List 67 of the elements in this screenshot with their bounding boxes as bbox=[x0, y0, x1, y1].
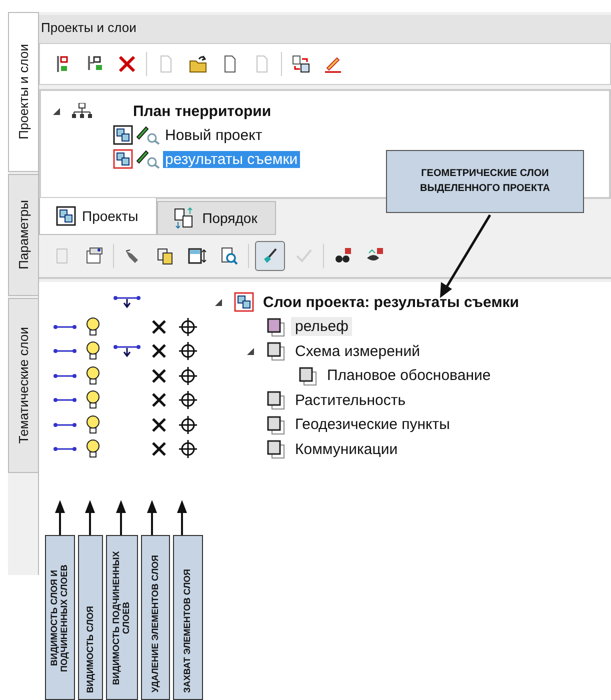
open-folder-icon bbox=[188, 54, 208, 74]
delete-icon[interactable] bbox=[151, 392, 167, 408]
hierarchy-icon bbox=[71, 103, 93, 119]
layer-item[interactable]: Слои проекта: результаты съемки bbox=[259, 292, 524, 312]
layer-visibility-icon[interactable] bbox=[53, 396, 77, 404]
expand-triangle-icon[interactable] bbox=[245, 346, 255, 356]
frame-icon bbox=[187, 246, 207, 266]
delete-icon[interactable] bbox=[151, 343, 167, 360]
delete-icon[interactable] bbox=[151, 368, 167, 384]
column-note: ВИДИМОСТЬ СЛОЯ bbox=[78, 535, 103, 700]
project-icon bbox=[234, 292, 254, 312]
pencil-magnifier-icon[interactable] bbox=[135, 149, 161, 169]
pointer-arrow bbox=[116, 500, 126, 535]
callout-box: ГЕОМЕТРИЧЕСКИЕ СЛОИ ВЫДЕЛЕННОГО ПРОЕКТА bbox=[386, 150, 584, 213]
bulb-icon[interactable] bbox=[86, 439, 100, 460]
side-tab[interactable]: Проекты и слои bbox=[8, 12, 38, 172]
layer-visibility-icon[interactable] bbox=[53, 322, 77, 331]
layer-item[interactable]: Схема измерений bbox=[291, 342, 424, 361]
delete-icon[interactable] bbox=[151, 441, 167, 458]
crosshair-icon[interactable] bbox=[179, 440, 197, 458]
layer-visibility-icon[interactable] bbox=[53, 372, 77, 380]
project-item[interactable]: Новый проект bbox=[163, 126, 264, 144]
crosshair-icon[interactable] bbox=[179, 366, 197, 385]
bulb-icon[interactable] bbox=[86, 316, 100, 337]
properties-icon bbox=[84, 246, 104, 266]
panel-tab[interactable]: Проекты bbox=[39, 198, 158, 235]
transfer-icon bbox=[291, 54, 311, 74]
projects-icon bbox=[56, 206, 76, 226]
layer-item[interactable]: Растительность bbox=[291, 390, 410, 410]
layer-visibility-icon[interactable] bbox=[53, 445, 77, 454]
delete-icon[interactable] bbox=[151, 318, 167, 335]
layer-item[interactable]: Геодезические пункты bbox=[291, 415, 454, 434]
sublayer-visibility-icon[interactable] bbox=[113, 344, 141, 358]
layer-item[interactable]: Плановое обоснование bbox=[323, 366, 495, 386]
layer-visibility-icon[interactable] bbox=[53, 347, 77, 356]
pointer-arrow bbox=[147, 500, 157, 535]
zoom-document-icon bbox=[219, 246, 239, 266]
column-note: ВИДИМОСТЬ ПОДЧИНЕННЫХ СЛОЕВ bbox=[106, 535, 138, 700]
column-note: УДАЛЕНИЕ ЭЛЕМЕНТОВ СЛОЯ bbox=[141, 535, 170, 700]
column-note: ЗАХВАТ ЭЛЕМЕНТОВ СЛОЯ bbox=[173, 535, 203, 700]
layer-item[interactable]: Коммуникации bbox=[291, 440, 402, 459]
pointer-arrow bbox=[177, 500, 187, 535]
pencil-magnifier-icon[interactable] bbox=[135, 125, 161, 145]
pointer-arrow bbox=[55, 500, 65, 535]
layer-visibility-icon[interactable] bbox=[53, 420, 77, 429]
side-tab[interactable]: Параметры bbox=[8, 174, 38, 296]
bulb-icon[interactable] bbox=[86, 366, 100, 386]
tree-root-label[interactable]: План тнерритории bbox=[133, 102, 272, 120]
layer-item[interactable]: рельеф bbox=[291, 317, 352, 336]
pointer-arrow bbox=[85, 500, 95, 535]
sublayer-visibility-icon[interactable] bbox=[113, 295, 141, 310]
bulb-icon[interactable] bbox=[86, 414, 100, 435]
crosshair-icon[interactable] bbox=[179, 318, 197, 336]
crosshair-icon[interactable] bbox=[179, 391, 197, 410]
panel-title: Проекты и слои bbox=[39, 15, 611, 44]
expand-triangle-icon[interactable] bbox=[213, 297, 223, 308]
bulb-icon[interactable] bbox=[86, 341, 100, 362]
copy-icon bbox=[155, 246, 175, 266]
delete-icon bbox=[117, 54, 137, 74]
crosshair-icon[interactable] bbox=[179, 342, 197, 360]
panel-tab[interactable]: Порядок bbox=[157, 201, 276, 235]
column-note: ВИДИМОСТЬ СЛОЯ И ПОДЧИНЕННЫХ СЛОЕВ bbox=[45, 535, 75, 700]
delete-icon[interactable] bbox=[151, 416, 167, 433]
bulb-icon[interactable] bbox=[86, 390, 100, 410]
expand-triangle-icon[interactable] bbox=[51, 106, 61, 116]
side-tab[interactable]: Тематические слои bbox=[8, 298, 38, 473]
crosshair-icon[interactable] bbox=[179, 416, 197, 434]
